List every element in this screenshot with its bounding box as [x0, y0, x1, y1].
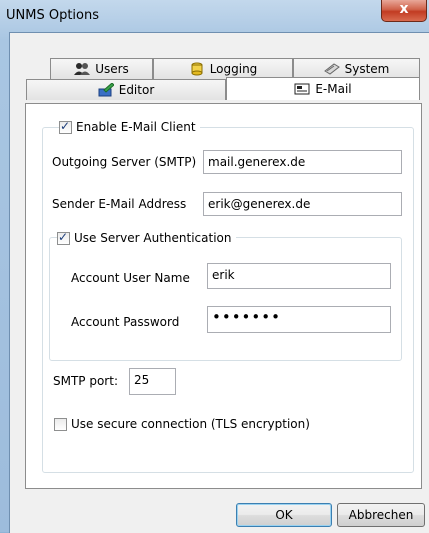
- title-bar[interactable]: UNMS Options x: [0, 0, 429, 32]
- enable-email-client-label[interactable]: Enable E-Mail Client: [76, 120, 196, 134]
- secure-connection-row: Use secure connection (TLS encryption): [54, 417, 314, 431]
- tab-system-label: System: [344, 62, 390, 76]
- close-icon: x: [399, 1, 409, 17]
- tab-logging-label: Logging: [209, 62, 258, 76]
- options-window: UNMS Options x Users Logging System Edit…: [0, 0, 429, 533]
- secure-connection-checkbox[interactable]: [54, 417, 67, 431]
- account-user-input[interactable]: erik: [207, 263, 391, 289]
- server-auth-group: [49, 237, 402, 361]
- outgoing-server-input[interactable]: mail.generex.de: [203, 150, 402, 174]
- users-icon: [74, 62, 91, 76]
- tab-editor-text: Editor: [118, 83, 155, 97]
- tab-email-label: E-Mail: [315, 82, 352, 96]
- server-auth-legend: Use Server Authentication: [57, 230, 236, 245]
- smtp-port-input[interactable]: 25: [129, 368, 176, 395]
- editor-icon: [98, 82, 115, 97]
- use-server-auth-label[interactable]: Use Server Authentication: [74, 231, 232, 245]
- close-button[interactable]: x: [381, 0, 427, 22]
- tab-editor[interactable]: Users Editor: [26, 79, 226, 100]
- smtp-port-label: SMTP port:: [53, 374, 118, 388]
- secure-connection-label[interactable]: Use secure connection (TLS encryption): [71, 417, 310, 431]
- account-user-label: Account User Name: [71, 271, 190, 285]
- tab-users[interactable]: Users: [50, 58, 153, 79]
- account-password-input[interactable]: •••••••: [207, 306, 391, 333]
- sender-address-input[interactable]: erik@generex.de: [203, 192, 402, 216]
- tab-logging[interactable]: Logging: [153, 58, 293, 79]
- ok-button[interactable]: OK: [236, 503, 332, 527]
- enable-email-client-legend: Enable E-Mail Client: [59, 119, 200, 134]
- email-icon: [294, 82, 310, 96]
- sender-address-label: Sender E-Mail Address: [52, 197, 187, 211]
- use-server-auth-checkbox[interactable]: [57, 230, 70, 245]
- database-icon: [189, 62, 205, 76]
- cancel-button[interactable]: Abbrechen: [337, 503, 425, 527]
- tab-users-label: Users: [95, 62, 129, 76]
- outgoing-server-label: Outgoing Server (SMTP): [52, 155, 197, 169]
- enable-email-client-checkbox[interactable]: [59, 119, 72, 134]
- modem-icon: [323, 62, 340, 76]
- account-password-label: Account Password: [71, 315, 180, 329]
- tab-email[interactable]: E-Mail: [226, 77, 420, 100]
- tab-system[interactable]: System: [293, 58, 420, 79]
- email-tab-panel: Enable E-Mail Client Outgoing Server (SM…: [25, 103, 422, 489]
- window-title: UNMS Options: [6, 8, 99, 23]
